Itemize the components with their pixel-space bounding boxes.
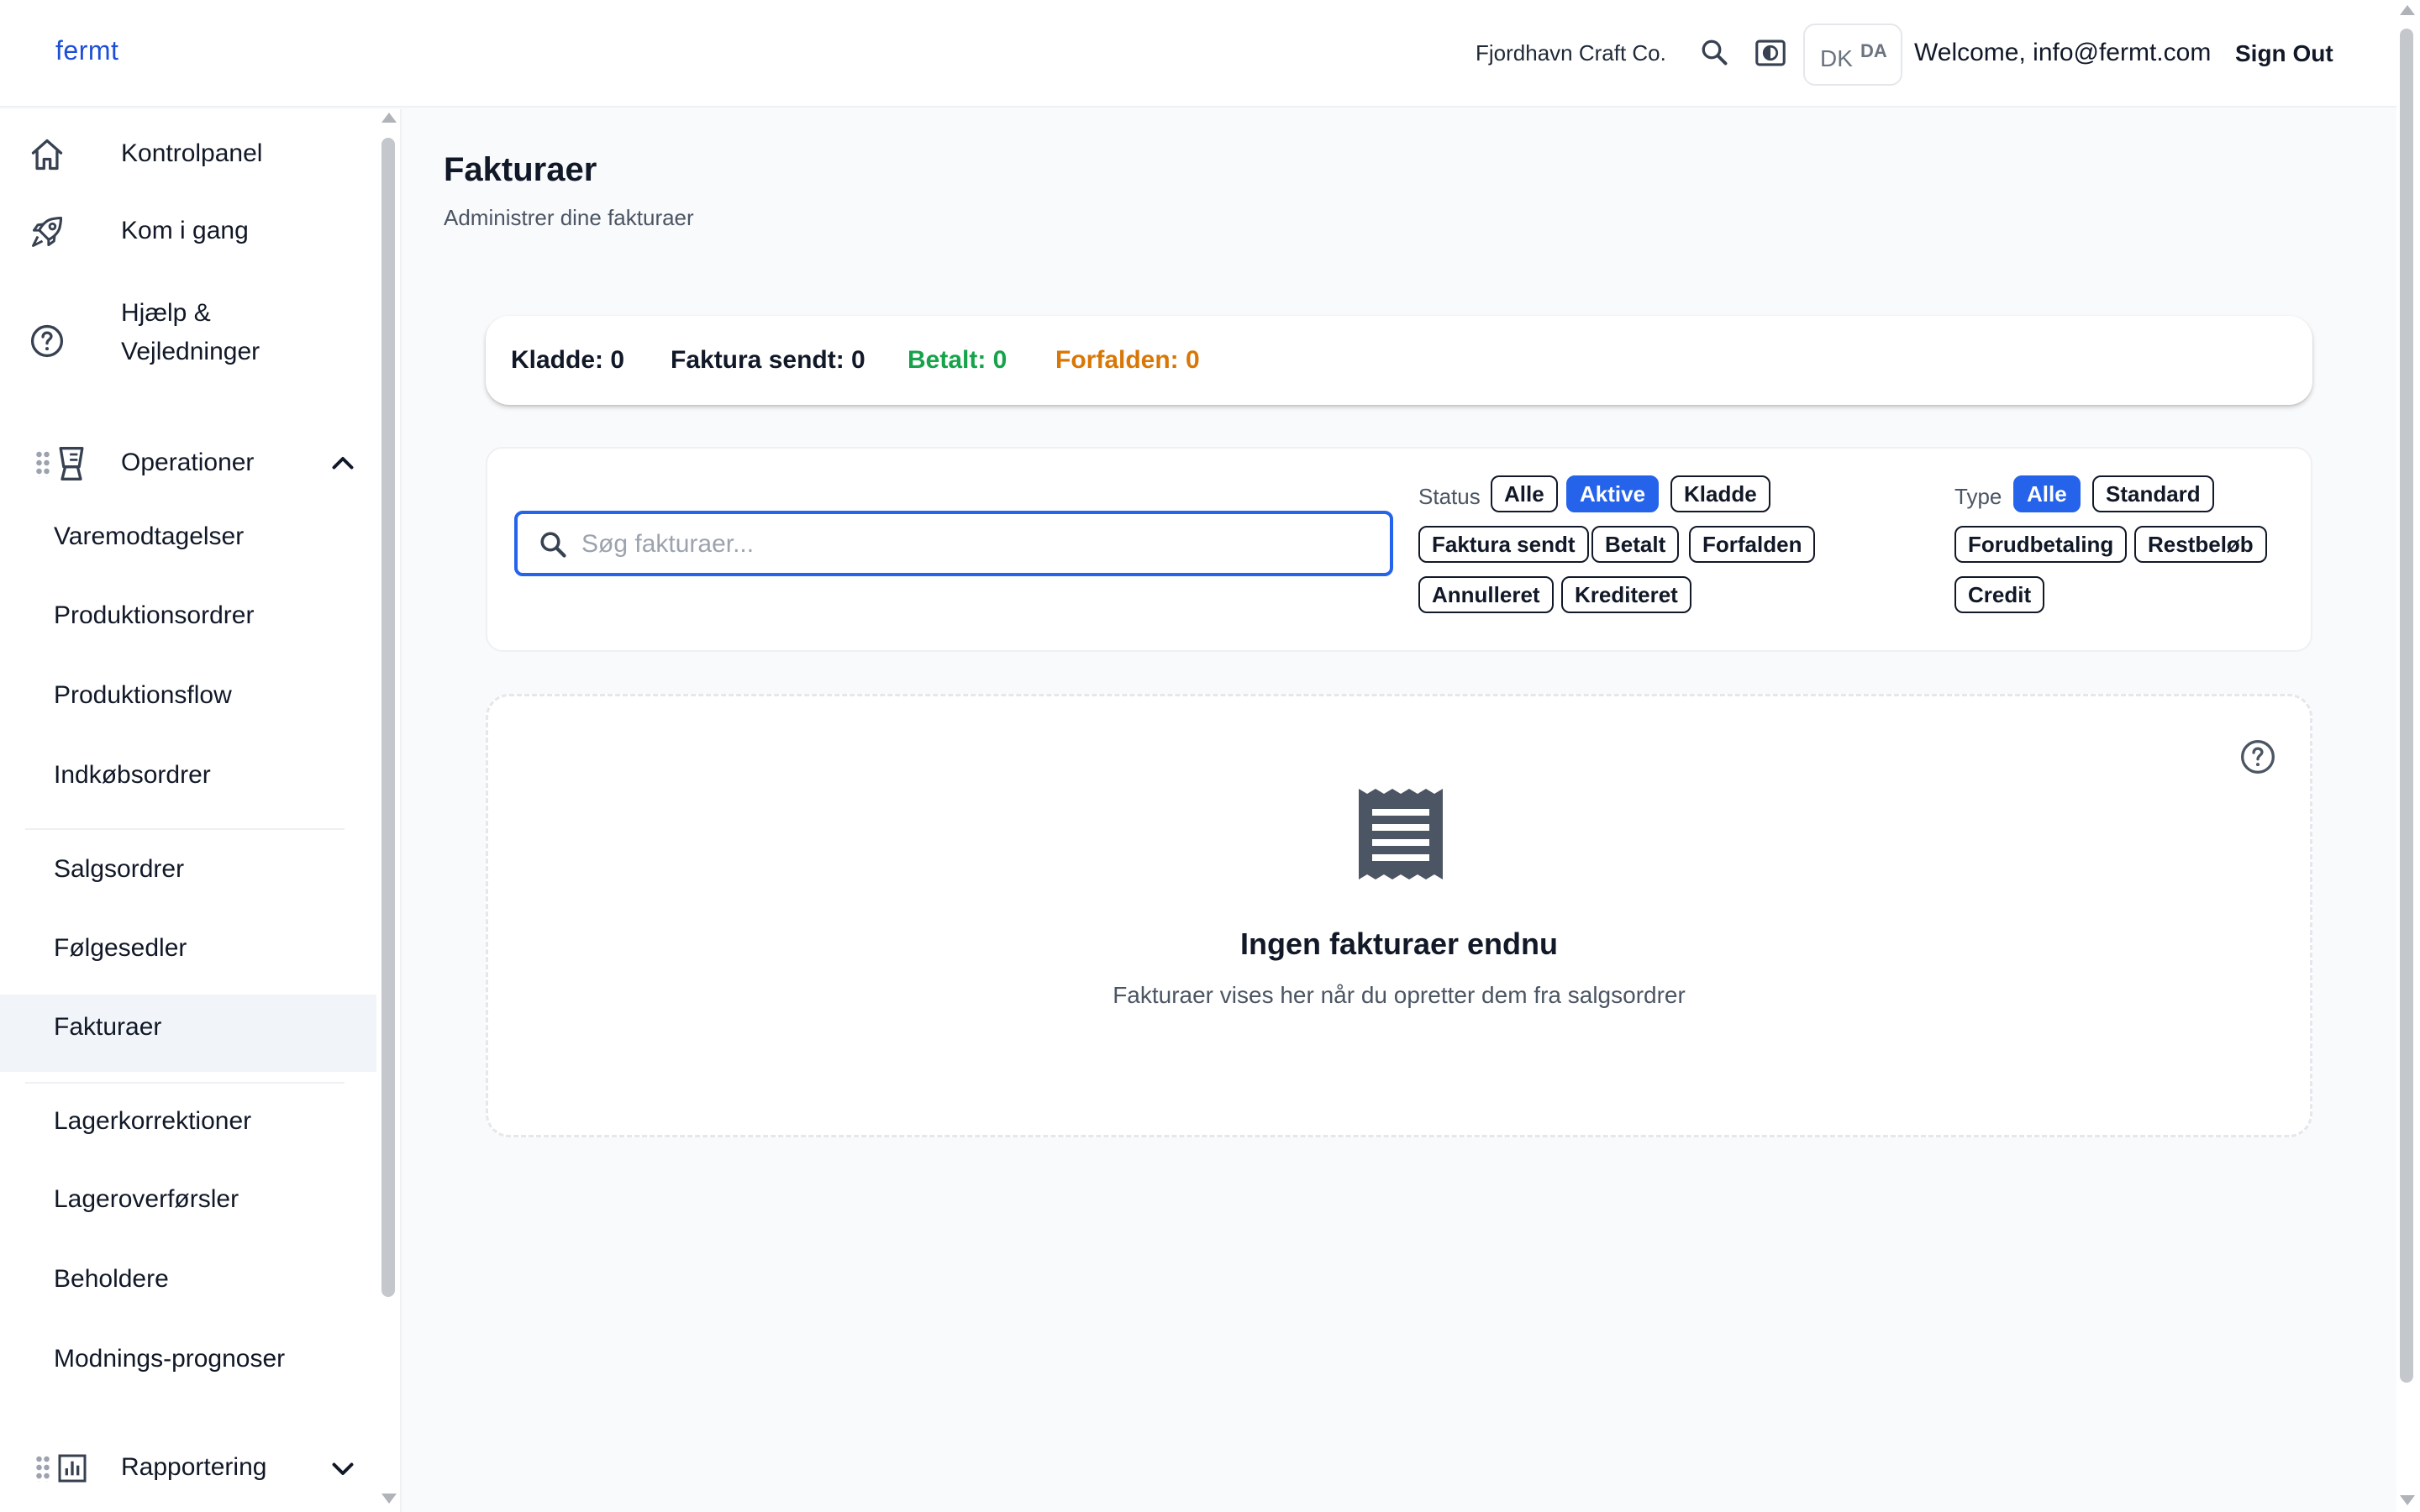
status-chip-forfalden[interactable]: Forfalden — [1689, 526, 1816, 563]
sidebar-item-kom-i-gang[interactable]: Kom i gang — [0, 195, 376, 272]
scroll-up-arrow-icon[interactable] — [2400, 5, 2415, 15]
sidebar-scrollbar-thumb[interactable] — [381, 138, 395, 1297]
page-scrollbar-thumb[interactable] — [2400, 29, 2413, 1383]
sidebar-item-label: Salgsordrer — [54, 855, 185, 883]
empty-state-card: Ingen fakturaer endnu Fakturaer vises he… — [486, 694, 2312, 1137]
chevron-down-icon[interactable] — [328, 1453, 358, 1483]
sidebar-item-label: Produktionsordrer — [54, 601, 255, 629]
sidebar: Kontrolpanel Kom i gang Hjælp & Vejledni… — [0, 109, 402, 1512]
chevron-up-icon[interactable] — [328, 449, 358, 479]
sidebar-item-label: Varemodtagelser — [54, 522, 245, 550]
welcome-message: Welcome, info@fermt.com — [1914, 39, 2212, 66]
empty-state-subtitle: Fakturaer vises her når du opretter dem … — [1113, 982, 1686, 1008]
sidebar-item-help[interactable]: Hjælp & Vejledninger — [0, 292, 376, 393]
stat-paid: Betalt: 0 — [908, 346, 1007, 374]
sidebar-item-label: Modnings-prognoser — [54, 1345, 286, 1373]
scroll-down-arrow-icon[interactable] — [2400, 1495, 2415, 1505]
sidebar-item-label: Fakturaer — [54, 1013, 162, 1041]
search-icon[interactable] — [1699, 37, 1729, 67]
home-icon — [31, 139, 63, 171]
sidebar-item-label: Lagerkorrektioner — [54, 1107, 252, 1135]
type-chip-standard[interactable]: Standard — [2092, 475, 2214, 512]
sidebar-section-label: Rapportering — [121, 1453, 267, 1481]
sidebar-item-label: Produktionsflow — [54, 681, 232, 709]
search-icon — [540, 532, 566, 558]
sidebar-item-label: Indkøbsordrer — [54, 761, 211, 789]
sidebar-item-label: Beholdere — [54, 1265, 169, 1293]
sidebar-section-label: Operationer — [121, 449, 255, 476]
sidebar-item-label: Følgesedler — [54, 934, 187, 962]
type-chip-forudbetaling[interactable]: Forudbetaling — [1954, 526, 2128, 563]
stat-sent: Faktura sendt: 0 — [671, 346, 865, 374]
sign-out-button[interactable]: Sign Out — [2235, 40, 2333, 67]
type-chip-credit[interactable]: Credit — [1954, 576, 2045, 613]
sidebar-scroll-up-icon[interactable] — [381, 113, 397, 123]
blender-icon — [59, 447, 84, 480]
search-input[interactable] — [581, 524, 1371, 564]
status-chip-faktura-sendt[interactable]: Faktura sendt — [1418, 526, 1589, 563]
receipt-icon — [1359, 789, 1443, 879]
drag-handle-icon[interactable] — [35, 1455, 50, 1482]
help-circle-icon[interactable] — [2239, 738, 2276, 775]
status-chip-alle[interactable]: Alle — [1491, 475, 1558, 512]
drag-handle-icon[interactable] — [35, 450, 50, 477]
sidebar-item-lageroverforsler[interactable]: Lageroverførsler — [0, 1167, 376, 1244]
sidebar-item-fakturaer[interactable]: Fakturaer — [0, 995, 376, 1072]
sidebar-item-salgsordrer[interactable]: Salgsordrer — [0, 837, 376, 914]
sidebar-item-varemodtagelser[interactable]: Varemodtagelser — [0, 504, 376, 581]
type-filter-label: Type — [1954, 484, 2002, 509]
stat-overdue: Forfalden: 0 — [1055, 346, 1200, 374]
sidebar-item-lagerkorrektioner[interactable]: Lagerkorrektioner — [0, 1089, 376, 1166]
theme-toggle-icon[interactable] — [1754, 39, 1786, 67]
help-circle-icon — [30, 324, 64, 358]
sidebar-divider — [25, 1082, 345, 1084]
sidebar-divider — [25, 828, 345, 830]
sidebar-item-label: Kontrolpanel — [121, 139, 263, 167]
search-field[interactable] — [514, 511, 1393, 576]
brand-logo[interactable]: fermt — [55, 35, 118, 66]
status-chip-betalt[interactable]: Betalt — [1591, 526, 1680, 563]
sidebar-item-folgesedler[interactable]: Følgesedler — [0, 916, 376, 993]
sidebar-item-beholdere[interactable]: Beholdere — [0, 1247, 376, 1324]
sidebar-item-modnings-prognoser[interactable]: Modnings-prognoser — [0, 1326, 376, 1404]
sidebar-item-produktionsordrer[interactable]: Produktionsordrer — [0, 583, 376, 660]
status-chip-krediteret[interactable]: Krediteret — [1561, 576, 1691, 613]
sidebar-item-indkobsordrer[interactable]: Indkøbsordrer — [0, 743, 376, 820]
company-name[interactable]: Fjordhavn Craft Co. — [1476, 40, 1666, 66]
bar-chart-icon — [58, 1454, 87, 1483]
status-chip-kladde[interactable]: Kladde — [1670, 475, 1770, 512]
sidebar-section-operationer[interactable]: Operationer — [0, 425, 376, 502]
rocket-icon — [32, 216, 63, 247]
country-flag: DK — [1820, 45, 1853, 71]
status-chip-annulleret[interactable]: Annulleret — [1418, 576, 1554, 613]
type-chip-alle[interactable]: Alle — [2013, 475, 2081, 512]
invoice-stats-card: Kladde: 0 Faktura sendt: 0 Betalt: 0 For… — [486, 316, 2312, 405]
sidebar-item-label: Lageroverførsler — [54, 1185, 239, 1213]
filter-card: Status Alle Aktive Kladde Faktura sendt … — [486, 447, 2312, 652]
stat-draft: Kladde: 0 — [511, 346, 625, 374]
sidebar-scroll-down-icon[interactable] — [381, 1494, 397, 1504]
language-selector[interactable]: DK DA — [1803, 24, 1902, 86]
sidebar-item-label: Kom i gang — [121, 217, 249, 244]
page-subtitle: Administrer dine fakturaer — [444, 205, 694, 230]
sidebar-section-rapportering[interactable]: Rapportering — [0, 1430, 376, 1507]
empty-state-title: Ingen fakturaer endnu — [1239, 927, 1559, 961]
page-title: Fakturaer — [444, 151, 597, 188]
sidebar-item-produktionsflow[interactable]: Produktionsflow — [0, 663, 376, 740]
status-chip-aktive[interactable]: Aktive — [1566, 475, 1660, 512]
status-filter-label: Status — [1418, 484, 1481, 509]
sidebar-item-label: Hjælp & Vejledninger — [121, 299, 260, 365]
language-code: DA — [1860, 40, 1887, 61]
sidebar-item-kontrolpanel[interactable]: Kontrolpanel — [0, 116, 376, 193]
type-chip-restbelob[interactable]: Restbeløb — [2134, 526, 2267, 563]
top-header: fermt Fjordhavn Craft Co. DK DA Welcome,… — [0, 0, 2420, 108]
